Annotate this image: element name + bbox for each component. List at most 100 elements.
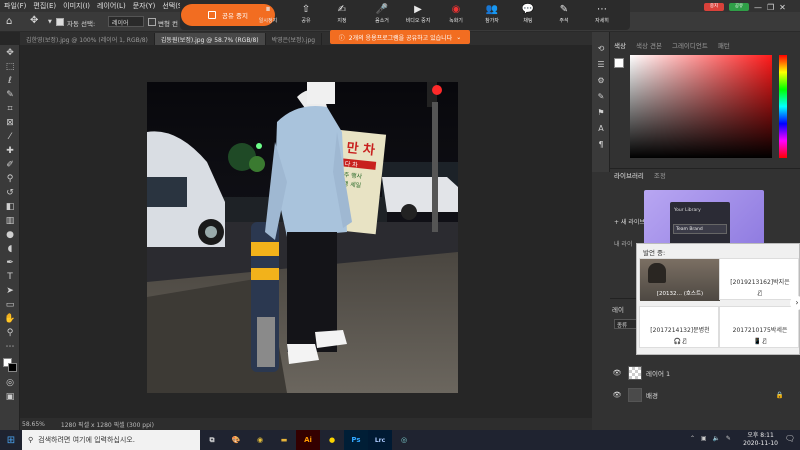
- lasso-icon[interactable]: ℓ: [4, 75, 16, 87]
- blur-icon[interactable]: ●: [4, 229, 16, 241]
- file-explorer-icon[interactable]: ▬: [272, 430, 296, 450]
- meeting-share-pill[interactable]: 공유: [729, 3, 749, 11]
- transform-controls-checkbox[interactable]: [148, 18, 156, 26]
- hue-slider[interactable]: [779, 55, 787, 158]
- more-button[interactable]: ⋯ 자세히: [584, 3, 620, 27]
- system-tray-icons[interactable]: ⌃ ▣ 🔈 ✎: [690, 435, 733, 442]
- stop-video-button[interactable]: ▶ 비디오 중지: [400, 3, 436, 27]
- photoshop-icon[interactable]: Ps: [344, 430, 368, 450]
- sharing-banner[interactable]: ⓘ 2개의 응용프로그램을 공유하고 있습니다 ⌄: [330, 30, 470, 44]
- auto-select-dropdown[interactable]: 레이어: [108, 16, 144, 27]
- type-icon[interactable]: T: [4, 271, 16, 283]
- path-select-icon[interactable]: ➤: [4, 285, 16, 297]
- kakaotalk-icon[interactable]: ●: [320, 430, 344, 450]
- menu-image[interactable]: 이미지(I): [63, 1, 90, 11]
- tab-document-1[interactable]: 김한영(보정).jpg @ 100% (레이어 1, RGB/8): [20, 33, 155, 45]
- maximize-icon[interactable]: ❐: [767, 3, 774, 12]
- move-icon[interactable]: ✥: [4, 47, 16, 59]
- healing-brush-icon[interactable]: ✚: [4, 145, 16, 157]
- gradient-icon[interactable]: ▥: [4, 215, 16, 227]
- participant-tile-host[interactable]: [20132… (호스트): [639, 258, 720, 301]
- eyedropper-icon[interactable]: ⁄: [4, 131, 16, 143]
- meeting-stop-pill[interactable]: 중지: [704, 3, 724, 11]
- zoom-level[interactable]: 58.65%: [22, 421, 45, 428]
- chrome-icon[interactable]: ◉: [248, 430, 272, 450]
- taskbar-search-box[interactable]: ⚲ 검색하려면 여기에 입력하십시오.: [22, 430, 200, 450]
- rectangle-icon[interactable]: ▭: [4, 299, 16, 311]
- task-view-icon[interactable]: ⧉: [200, 430, 224, 450]
- move-tool-icon[interactable]: ✥: [30, 15, 38, 26]
- chat-button[interactable]: 💬 채팅: [510, 3, 546, 27]
- layer-row-background[interactable]: 👁 배경 🔒: [610, 384, 800, 406]
- new-share-button[interactable]: ⇧ 공유: [288, 3, 324, 27]
- eraser-icon[interactable]: ◧: [4, 201, 16, 213]
- tab-swatches[interactable]: 색상 견본: [636, 40, 662, 50]
- character-icon[interactable]: A: [595, 124, 607, 134]
- menu-type[interactable]: 문자(Y): [133, 1, 156, 11]
- paths-icon[interactable]: ⚑: [595, 108, 607, 118]
- brush-icon[interactable]: ✐: [4, 159, 16, 171]
- annotate-assign-button[interactable]: ✍ 지정: [324, 3, 360, 27]
- notifications-icon[interactable]: 🗨: [785, 434, 795, 443]
- record-button[interactable]: ◉ 녹화기: [438, 3, 474, 27]
- history-brush-icon[interactable]: ↺: [4, 187, 16, 199]
- dodge-icon[interactable]: ◖: [4, 243, 16, 255]
- windows-start-icon[interactable]: ⊞: [0, 430, 22, 450]
- crop-icon[interactable]: ⌗: [4, 103, 16, 115]
- app-circle-icon[interactable]: ◎: [392, 430, 416, 450]
- properties-icon[interactable]: ☰: [595, 60, 607, 70]
- participants-button[interactable]: 👥 참가자: [474, 3, 510, 27]
- muted-mic-icon: 🎧 🎙̸: [673, 338, 687, 345]
- home-icon[interactable]: ⌂: [6, 16, 12, 27]
- chevron-down-icon[interactable]: ⌄: [456, 34, 461, 41]
- quick-select-icon[interactable]: ✎: [4, 89, 16, 101]
- auto-select-checkbox[interactable]: [56, 18, 64, 26]
- visibility-eye-icon[interactable]: 👁: [610, 369, 624, 377]
- zoom-icon[interactable]: ⚲: [4, 327, 16, 339]
- panel-foreground-swatch[interactable]: [614, 58, 624, 68]
- chevron-down-icon[interactable]: ▼: [48, 19, 52, 25]
- frame-icon[interactable]: ⊠: [4, 117, 16, 129]
- app-paint-icon[interactable]: 🎨: [224, 430, 248, 450]
- next-page-arrow-icon[interactable]: ›: [790, 296, 800, 310]
- quick-mask-icon[interactable]: ◎: [4, 377, 16, 389]
- pause-share-button[interactable]: ⏸ 일시정지: [250, 3, 286, 27]
- minimize-icon[interactable]: —: [754, 3, 762, 12]
- participant-tile-2[interactable]: [2019213162]박지은 🎙̸: [719, 258, 799, 300]
- menu-file[interactable]: 파일(F): [4, 1, 26, 11]
- system-clock[interactable]: 오후 8:11 2020-11-10: [743, 432, 778, 448]
- color-picker-field[interactable]: [630, 55, 772, 158]
- clone-stamp-icon[interactable]: ⚲: [4, 173, 16, 185]
- marquee-icon[interactable]: ⬚: [4, 61, 16, 73]
- tab-adjustments[interactable]: 조정: [654, 170, 666, 180]
- annotate-button[interactable]: ✎ 주석: [546, 3, 582, 27]
- illustrator-icon[interactable]: Ai: [296, 430, 320, 450]
- participant-tile-4[interactable]: 2017210175박세은 📱 🎙̸: [719, 306, 799, 348]
- tab-document-2[interactable]: 김동원(보정).jpg @ 58.7% (RGB/8): [154, 33, 266, 45]
- brushes-icon[interactable]: ✎: [595, 92, 607, 102]
- adjust-icon[interactable]: ⚙: [595, 76, 607, 86]
- tab-libraries[interactable]: 라이브러리: [614, 170, 644, 180]
- tab-document-3[interactable]: 박영은(보정).jpg: [265, 33, 323, 45]
- tab-gradients[interactable]: 그레이디언트: [672, 40, 708, 50]
- document-image[interactable]: 만 차 다 차 주 행사 행 세일: [147, 82, 458, 393]
- tab-color[interactable]: 색상: [614, 40, 626, 50]
- tab-patterns[interactable]: 패턴: [718, 40, 730, 50]
- pen-icon[interactable]: ✒: [4, 257, 16, 269]
- visibility-eye-icon[interactable]: 👁: [610, 391, 624, 399]
- mute-button[interactable]: 🎤 음소거: [364, 3, 400, 27]
- menu-edit[interactable]: 편집(E): [33, 1, 56, 11]
- paragraph-icon[interactable]: ¶: [595, 140, 607, 150]
- layers-tab[interactable]: 레이: [612, 304, 624, 314]
- lightroom-classic-icon[interactable]: Lrc: [368, 430, 392, 450]
- menu-layer[interactable]: 레이어(L): [97, 1, 126, 11]
- layer-row-1[interactable]: 👁 레이어 1: [610, 362, 800, 384]
- more-tools-icon[interactable]: ⋯: [4, 341, 16, 353]
- hand-icon[interactable]: ✋: [4, 313, 16, 325]
- close-icon[interactable]: ✕: [779, 3, 786, 12]
- history-icon[interactable]: ⟲: [595, 44, 607, 54]
- chat-bubble-icon: 💬: [521, 4, 535, 15]
- background-color-swatch[interactable]: [8, 363, 17, 372]
- participant-tile-3[interactable]: [2017214132]문병천 🎧 🎙̸: [639, 306, 719, 348]
- screen-mode-icon[interactable]: ▣: [4, 391, 16, 403]
